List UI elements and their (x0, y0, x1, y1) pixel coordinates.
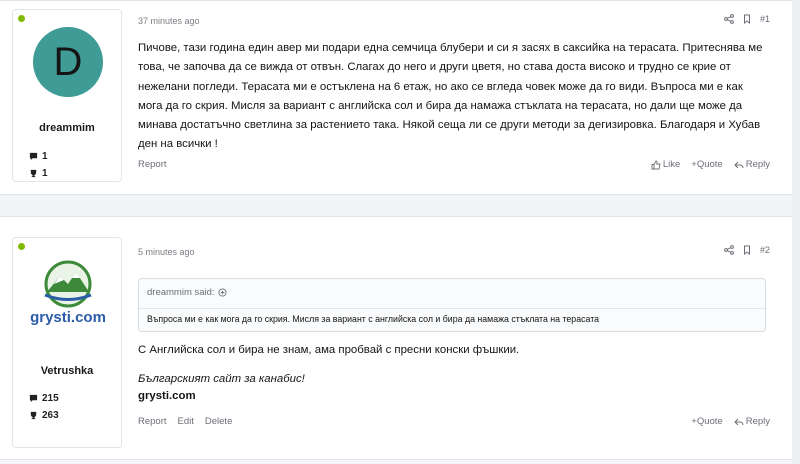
post-number[interactable]: #2 (760, 245, 770, 255)
quote-button[interactable]: +Quote (691, 159, 722, 170)
messages-stat: 1 (29, 151, 48, 162)
svg-text:grysti.com: grysti.com (30, 309, 106, 326)
message-icon (29, 394, 38, 403)
post-footer-right: +Quote Reply (691, 416, 770, 427)
messages-count: 215 (42, 393, 59, 404)
reactions-count: 1 (42, 168, 48, 179)
reactions-stat: 263 (29, 410, 59, 421)
reply-button[interactable]: Reply (733, 416, 770, 427)
reactions-stat: 1 (29, 168, 48, 179)
expand-icon[interactable] (218, 288, 227, 297)
messages-stat: 215 (29, 393, 59, 404)
avatar[interactable]: D (33, 27, 103, 97)
edit-link[interactable]: Edit (178, 416, 194, 427)
post-time[interactable]: 5 minutes ago (138, 247, 195, 257)
post-time[interactable]: 37 minutes ago (138, 16, 200, 26)
online-indicator (18, 15, 25, 22)
quote-button[interactable]: +Quote (691, 416, 722, 427)
trophy-icon (30, 411, 37, 420)
report-link[interactable]: Report (138, 416, 167, 427)
message-icon (29, 152, 38, 161)
reply-icon (733, 418, 744, 425)
bookmark-icon[interactable] (742, 14, 752, 24)
share-icon[interactable] (724, 14, 734, 24)
like-label: Like (662, 159, 681, 170)
user-cell: D dreammim 1 1 (12, 9, 122, 182)
post-footer-right: Like +Quote Reply (651, 159, 770, 170)
reply-button[interactable]: Reply (733, 159, 770, 170)
post-main: 5 minutes ago #2 dreammim said: Въпроса … (138, 217, 770, 459)
reactions-count: 263 (42, 410, 59, 421)
signature-site-link[interactable]: grysti.com (138, 390, 196, 402)
signature-tagline: Българският сайт за канабис! (138, 373, 305, 385)
post-1: D dreammim 1 1 37 minutes ago #1 Пичове,… (0, 0, 792, 195)
quote-author[interactable]: dreammim said: (147, 287, 215, 298)
username[interactable]: Vetrushka (13, 365, 121, 377)
post-body: Пичове, тази година един авер ми подари … (138, 42, 763, 151)
scrollbar-track[interactable] (792, 0, 800, 464)
trophy-icon (30, 169, 37, 178)
messages-count: 1 (42, 151, 48, 162)
post-meta-actions: #1 (724, 14, 770, 24)
reply-label: Reply (745, 159, 770, 170)
user-cell: grysti.com Vetrushka 215 263 (12, 237, 122, 448)
post-footer-left: Report Edit Delete (138, 416, 232, 427)
reply-icon (733, 161, 744, 168)
share-icon[interactable] (724, 245, 734, 255)
online-indicator (18, 243, 25, 250)
report-link[interactable]: Report (138, 159, 167, 170)
delete-link[interactable]: Delete (205, 416, 232, 427)
post-meta-actions: #2 (724, 245, 770, 255)
like-button[interactable]: Like (651, 159, 680, 170)
site-logo-avatar[interactable]: grysti.com (23, 256, 113, 332)
post-footer-left: Report (138, 159, 167, 170)
quote-divider (139, 308, 765, 309)
quote-block: dreammim said: Въпроса ми е как мога да … (138, 278, 766, 332)
reply-label: Reply (745, 416, 770, 427)
username[interactable]: dreammim (13, 122, 121, 134)
quote-text: Въпроса ми е как мога да го скрия. Мисля… (147, 314, 600, 324)
quote-header[interactable]: dreammim said: (147, 287, 227, 298)
post-main: 37 minutes ago #1 Пичове, тази година ед… (138, 1, 770, 194)
like-icon (651, 160, 661, 169)
post-number[interactable]: #1 (760, 14, 770, 24)
bookmark-icon[interactable] (742, 245, 752, 255)
post-body: С Английска сол и бира не знам, ама проб… (138, 344, 520, 356)
post-2: grysti.com Vetrushka 215 263 5 minutes a… (0, 216, 792, 460)
